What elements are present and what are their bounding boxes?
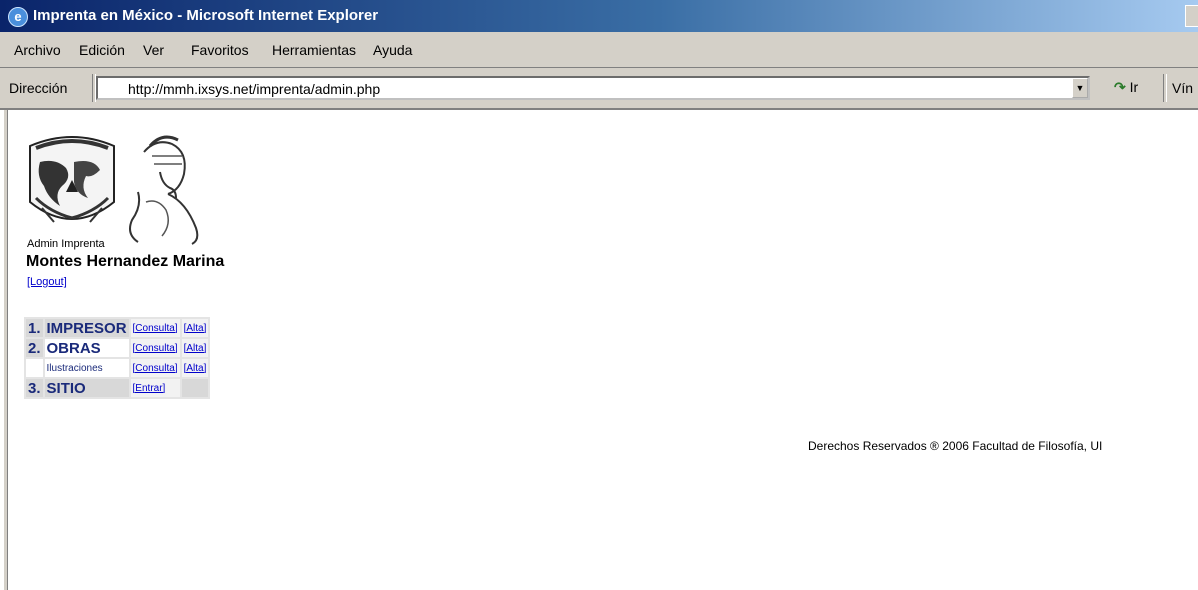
impresor-consulta-link[interactable]: [Consulta] bbox=[130, 319, 180, 337]
menu-bar: Archivo Edición Ver Favoritos Herramient… bbox=[0, 32, 1198, 68]
page-content: Admin Imprenta Montes Hernandez Marina [… bbox=[0, 110, 1198, 590]
obras-alta-link[interactable]: [Alta] bbox=[181, 339, 209, 357]
impresor-alta-link[interactable]: [Alta] bbox=[181, 319, 209, 337]
window-left-edge bbox=[4, 110, 8, 590]
menu-row-number: 3. bbox=[26, 379, 43, 397]
menu-favoritos[interactable]: Favoritos bbox=[191, 42, 249, 58]
links-label[interactable]: Vín bbox=[1172, 80, 1193, 96]
sitio-entrar-link[interactable]: [Entrar] bbox=[130, 379, 180, 397]
address-dropdown-button[interactable]: ▼ bbox=[1072, 78, 1088, 98]
minimize-button[interactable] bbox=[1185, 5, 1198, 27]
logout-link[interactable]: [Logout] bbox=[27, 276, 67, 288]
internet-explorer-icon: e bbox=[8, 7, 28, 27]
unam-filosofia-logo bbox=[29, 135, 199, 245]
admin-role-label: Admin Imprenta bbox=[27, 238, 105, 250]
title-bar: e Imprenta en México - Microsoft Interne… bbox=[0, 0, 1198, 32]
menu-row-obras: 2. OBRAS [Consulta] [Alta] bbox=[26, 339, 209, 357]
ilustraciones-consulta-link[interactable]: [Consulta] bbox=[130, 359, 180, 377]
address-url[interactable]: http://mmh.ixsys.net/imprenta/admin.php bbox=[128, 81, 380, 97]
go-arrow-icon: ↷ bbox=[1114, 79, 1126, 95]
menu-section-impresor: IMPRESOR bbox=[44, 319, 129, 337]
copyright-footer: Derechos Reservados ® 2006 Facultad de F… bbox=[808, 439, 1103, 453]
address-input[interactable]: http://mmh.ixsys.net/imprenta/admin.php bbox=[96, 76, 1090, 100]
ilustraciones-alta-link[interactable]: [Alta] bbox=[181, 359, 209, 377]
go-button[interactable]: ↷ Ir bbox=[1114, 79, 1138, 96]
menu-ver[interactable]: Ver bbox=[143, 42, 164, 58]
toolbar-separator bbox=[1163, 74, 1167, 102]
menu-row-sitio: 3. SITIO [Entrar] bbox=[26, 379, 209, 397]
menu-row-number: 2. bbox=[26, 339, 43, 357]
menu-section-sitio: SITIO bbox=[44, 379, 129, 397]
window-title: Imprenta en México - Microsoft Internet … bbox=[33, 7, 379, 24]
menu-section-obras: OBRAS bbox=[44, 339, 129, 357]
menu-row-impresor: 1. IMPRESOR [Consulta] [Alta] bbox=[26, 319, 209, 337]
menu-section-ilustraciones: Ilustraciones bbox=[44, 359, 129, 377]
menu-row-number bbox=[26, 359, 43, 377]
admin-menu-table: 1. IMPRESOR [Consulta] [Alta] 2. OBRAS [… bbox=[24, 317, 211, 399]
go-label: Ir bbox=[1129, 79, 1139, 95]
menu-herramientas[interactable]: Herramientas bbox=[272, 42, 356, 58]
address-label: Dirección bbox=[9, 80, 68, 96]
empty-cell bbox=[181, 379, 209, 397]
menu-archivo[interactable]: Archivo bbox=[14, 42, 61, 58]
athena-head-icon bbox=[129, 135, 199, 245]
admin-user-name: Montes Hernandez Marina bbox=[26, 253, 225, 270]
obras-consulta-link[interactable]: [Consulta] bbox=[130, 339, 180, 357]
menu-row-ilustraciones: Ilustraciones [Consulta] [Alta] bbox=[26, 359, 209, 377]
menu-row-number: 1. bbox=[26, 319, 43, 337]
menu-ayuda[interactable]: Ayuda bbox=[373, 42, 412, 58]
unam-shield-icon bbox=[29, 136, 115, 223]
address-bar: Dirección http://mmh.ixsys.net/imprenta/… bbox=[0, 68, 1198, 110]
menu-edicion[interactable]: Edición bbox=[79, 42, 125, 58]
